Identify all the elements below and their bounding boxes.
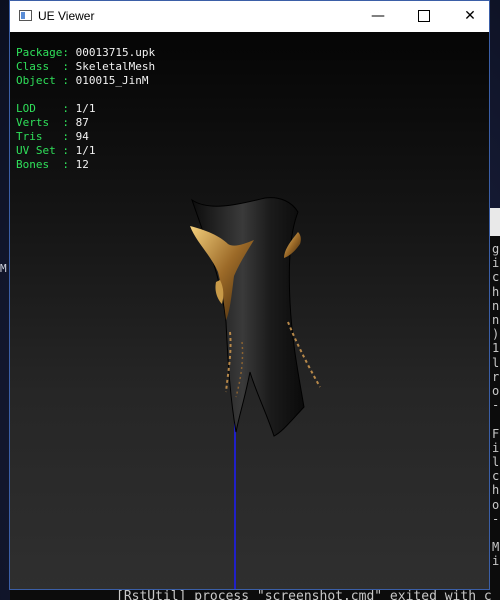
- info-row-bones: Bones : 12: [16, 158, 89, 171]
- info-row-tris: Tris : 94: [16, 130, 89, 143]
- maximize-button[interactable]: [401, 1, 447, 32]
- maximize-icon: [418, 10, 430, 22]
- info-row-class: Class : SkeletalMesh: [16, 60, 156, 73]
- console-char: g: [492, 242, 500, 256]
- close-button[interactable]: ✕: [447, 1, 493, 32]
- console-char: i: [492, 256, 500, 271]
- info-row-object: Object : 010015_JinM: [16, 74, 149, 87]
- console-char: o: [492, 497, 500, 512]
- skeletal-mesh-render: [190, 197, 321, 437]
- console-char: h: [492, 284, 500, 299]
- info-row-lod: LOD : 1/1: [16, 102, 96, 115]
- ue-viewer-window[interactable]: UE Viewer — ✕ Package: 00013715.upk Clas…: [9, 0, 490, 590]
- console-char: c: [492, 469, 500, 484]
- console-char: n: [492, 298, 500, 313]
- console-char: n: [492, 313, 500, 327]
- minimize-button[interactable]: —: [355, 1, 401, 32]
- 3d-viewport[interactable]: Package: 00013715.upk Class : SkeletalMe…: [10, 32, 489, 589]
- console-char: l: [492, 355, 500, 370]
- close-icon: ✕: [464, 8, 476, 24]
- console-char: i: [492, 440, 500, 455]
- console-char: ): [492, 327, 500, 342]
- console-char: 1: [492, 341, 500, 356]
- info-row-package: Package: 00013715.upk: [16, 46, 156, 59]
- console-char: c: [492, 270, 500, 285]
- console-char: r: [492, 369, 500, 384]
- console-char: l: [492, 455, 500, 469]
- window-title: UE Viewer: [38, 9, 95, 23]
- console-char: M: [492, 540, 500, 555]
- app-window-icon: [19, 10, 32, 21]
- console-char: h: [492, 483, 500, 498]
- mesh-info-panel: Package: 00013715.upk Class : SkeletalMe…: [16, 46, 155, 172]
- console-char: -: [492, 398, 500, 413]
- info-row-verts: Verts : 87: [16, 116, 89, 129]
- info-row-uvset: UV Set : 1/1: [16, 144, 96, 157]
- minimize-icon: —: [371, 8, 385, 24]
- console-char: F: [492, 426, 500, 441]
- console-scrollbar[interactable]: [490, 208, 500, 236]
- console-char: i: [492, 554, 500, 569]
- console-char: -: [492, 511, 500, 526]
- title-bar[interactable]: UE Viewer — ✕: [10, 1, 489, 32]
- console-char: o: [492, 384, 500, 398]
